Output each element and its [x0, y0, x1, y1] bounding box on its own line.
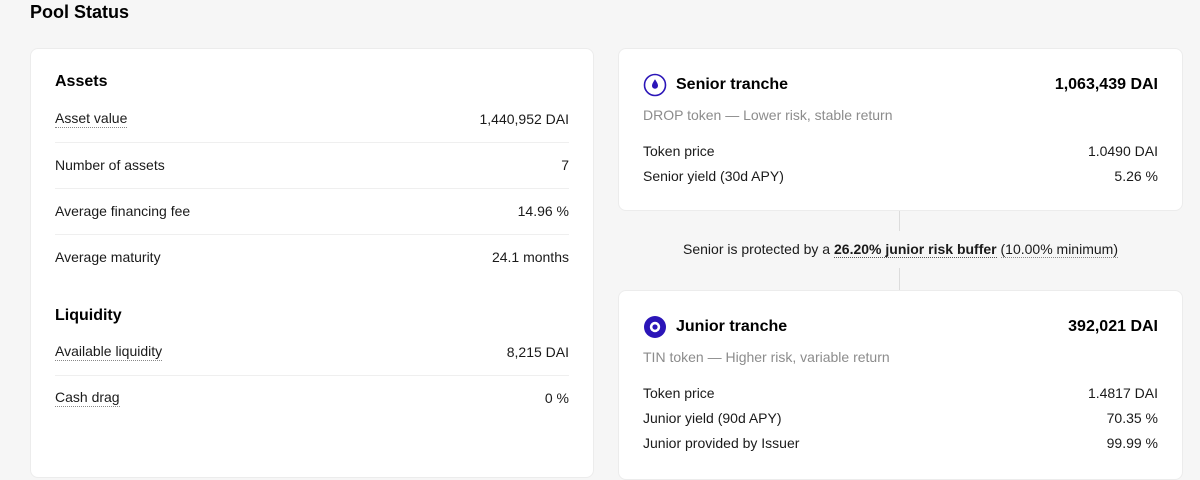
- connector-line-bottom: [899, 268, 900, 290]
- senior-token-price-label: Token price: [643, 143, 715, 159]
- average-maturity-value: 24.1 months: [491, 249, 569, 265]
- available-liquidity-label[interactable]: Available liquidity: [55, 343, 163, 361]
- senior-tranche-amount: 1,063,439 DAI: [1054, 76, 1158, 93]
- senior-yield-label: Senior yield (30d APY): [643, 168, 784, 184]
- number-of-assets-value: 7: [561, 157, 569, 173]
- cash-drag-value: 0 %: [544, 390, 569, 406]
- asset-value: 1,440,952 DAI: [479, 111, 569, 127]
- page-title: Pool Status: [30, 2, 130, 22]
- available-liquidity-value: 8,215 DAI: [506, 344, 569, 360]
- target-icon: [643, 315, 667, 339]
- available-liquidity-row: Available liquidity 8,215 DAI: [55, 329, 569, 376]
- asset-value-label[interactable]: Asset value: [55, 110, 128, 128]
- connector-line-top: [899, 211, 900, 231]
- senior-token-price-value: 1.0490 DAI: [1087, 143, 1158, 159]
- senior-token-price-row: Token price 1.0490 DAI: [643, 141, 1158, 161]
- assets-heading: Assets: [55, 73, 108, 90]
- senior-tranche-header: Senior tranche 1,063,439 DAI: [643, 73, 1158, 97]
- senior-tranche-name: Senior tranche: [676, 76, 789, 93]
- average-maturity-label: Average maturity: [55, 249, 161, 265]
- junior-tranche-card: Junior tranche 392,021 DAI TIN token — H…: [618, 290, 1183, 480]
- average-financing-fee-value: 14.96 %: [517, 203, 569, 219]
- cash-drag-row: Cash drag 0 %: [55, 375, 569, 421]
- cash-drag-label[interactable]: Cash drag: [55, 389, 120, 407]
- droplet-icon: [643, 73, 667, 97]
- junior-tranche-header: Junior tranche 392,021 DAI: [643, 315, 1158, 339]
- senior-tranche-card: Senior tranche 1,063,439 DAI DROP token …: [618, 48, 1183, 211]
- asset-value-row: Asset value 1,440,952 DAI: [55, 96, 569, 143]
- junior-token-price-value: 1.4817 DAI: [1087, 385, 1158, 401]
- number-of-assets-label: Number of assets: [55, 157, 165, 173]
- junior-tranche-amount: 392,021 DAI: [1068, 318, 1158, 335]
- risk-buffer-text: Senior is protected by a 26.20% junior r…: [618, 241, 1183, 258]
- junior-token-price-label: Token price: [643, 385, 715, 401]
- average-financing-fee-label: Average financing fee: [55, 203, 191, 219]
- junior-risk-buffer[interactable]: 26.20% junior risk buffer: [834, 241, 997, 258]
- junior-yield-value: 70.35 %: [1106, 410, 1158, 426]
- senior-yield-value: 5.26 %: [1114, 168, 1158, 184]
- junior-issuer-share-row: Junior provided by Issuer 99.99 %: [643, 433, 1158, 453]
- liquidity-heading: Liquidity: [55, 307, 122, 324]
- junior-tranche-description: TIN token — Higher risk, variable return: [643, 349, 890, 365]
- junior-issuer-share-label: Junior provided by Issuer: [643, 435, 800, 451]
- junior-tranche-name: Junior tranche: [676, 318, 788, 335]
- junior-yield-row: Junior yield (90d APY) 70.35 %: [643, 408, 1158, 428]
- junior-yield-label: Junior yield (90d APY): [643, 410, 782, 426]
- risk-buffer-prefix: Senior is protected by a: [683, 241, 834, 257]
- average-maturity-row: Average maturity 24.1 months: [55, 234, 569, 280]
- number-of-assets-row: Number of assets 7: [55, 142, 569, 189]
- risk-buffer-minimum[interactable]: (10.00% minimum): [1000, 241, 1118, 258]
- senior-tranche-description: DROP token — Lower risk, stable return: [643, 107, 893, 123]
- assets-card: Assets Asset value 1,440,952 DAI Number …: [30, 48, 594, 478]
- senior-yield-row: Senior yield (30d APY) 5.26 %: [643, 166, 1158, 186]
- junior-token-price-row: Token price 1.4817 DAI: [643, 383, 1158, 403]
- junior-issuer-share-value: 99.99 %: [1106, 435, 1158, 451]
- average-financing-fee-row: Average financing fee 14.96 %: [55, 188, 569, 235]
